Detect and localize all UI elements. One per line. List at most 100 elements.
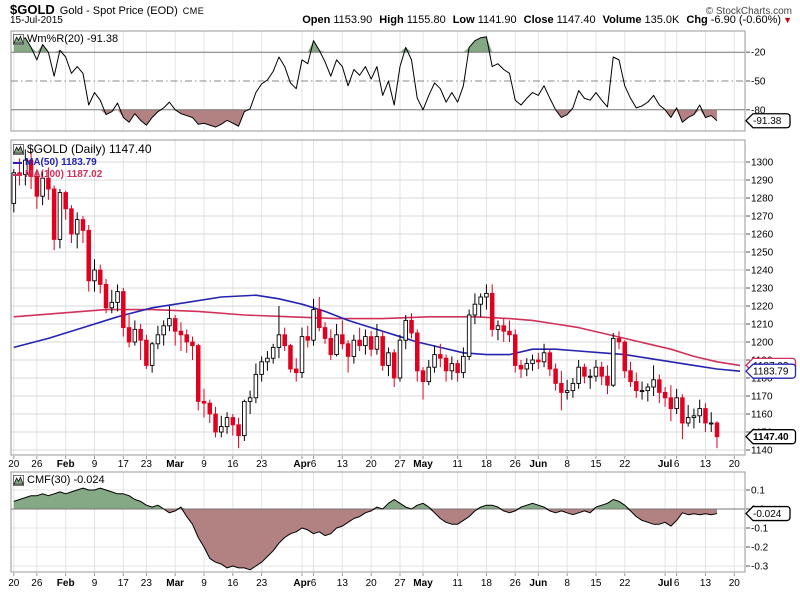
main-title: $GOLD (Daily) 1147.40: [27, 142, 152, 156]
candle-body: [593, 366, 599, 377]
candle-body: [299, 336, 305, 374]
candle-body: [449, 363, 455, 372]
candle-body: [328, 337, 334, 356]
candle-body: [345, 343, 351, 357]
candle-body: [587, 375, 593, 378]
x-axis-label: Apr: [293, 459, 310, 470]
quote-value: 135.0K: [644, 14, 680, 26]
axis-label: 1280: [751, 194, 774, 205]
x-axis-label: 6: [311, 459, 317, 470]
candle-body: [172, 318, 178, 332]
axis-value-box-label: -91.38: [753, 116, 782, 127]
candle-body: [386, 352, 391, 366]
x-axis-label: 18: [481, 459, 493, 470]
candle-body: [420, 370, 426, 383]
candle-body: [674, 397, 679, 410]
candle-body: [685, 417, 691, 424]
candle-body: [219, 426, 224, 433]
axis-label: -50: [751, 77, 766, 88]
candle-body: [466, 314, 472, 357]
x-axis-label: 22: [619, 578, 631, 589]
candle-body: [443, 357, 449, 372]
candle-body: [397, 339, 403, 379]
candle-body: [357, 339, 362, 347]
candle-body: [403, 319, 408, 341]
candle-body: [69, 208, 74, 235]
candle-body: [322, 327, 328, 339]
candle-body: [484, 292, 489, 298]
axis-label: 1160: [751, 410, 773, 421]
cmf-panel-label: CMF(30) -0.024: [13, 474, 105, 486]
candle-body: [605, 375, 610, 386]
axis-label: 0.1: [751, 486, 765, 497]
candle-body: [138, 328, 143, 341]
candle-body: [639, 390, 645, 393]
x-axis-label: 18: [481, 578, 493, 589]
x-axis-label: 17: [118, 578, 130, 589]
candle-body: [276, 334, 282, 348]
candle-body: [126, 327, 132, 343]
candle-body: [374, 336, 380, 350]
candle-body: [547, 352, 553, 370]
x-axis-label: 20: [366, 459, 378, 470]
axis-label: 1200: [751, 338, 774, 349]
quote-label: Low: [452, 14, 475, 26]
quote-label: Close: [523, 14, 554, 26]
candle-body: [144, 339, 149, 366]
candle-body: [530, 359, 535, 365]
chart-canvas: -20-50-80-91.381300129012801270126012501…: [8, 30, 797, 589]
candle-body: [628, 370, 633, 383]
x-axis-label: 20: [366, 578, 378, 589]
axis-label: 1210: [751, 320, 774, 331]
quote-value: -6.90 (-0.60%): [710, 14, 782, 26]
x-axis-label: 16: [227, 578, 239, 589]
candle-body: [40, 177, 45, 197]
candle-body: [616, 337, 622, 343]
x-axis-label: 9: [92, 459, 98, 470]
x-axis-label: Feb: [57, 578, 75, 589]
x-axis-label: 6: [674, 459, 680, 470]
x-axis-label: 17: [118, 459, 130, 470]
ma50-label: MA(50) 1183.79: [25, 157, 97, 168]
candle-body: [455, 363, 460, 374]
x-axis-label: 11: [452, 578, 463, 589]
candle-body: [570, 382, 576, 392]
indicator-area-fill: [13, 488, 717, 509]
x-axis-label: 26: [510, 459, 522, 470]
axis-label: 1290: [751, 176, 774, 187]
quote-label: Volume: [602, 14, 642, 26]
axis-label: 1240: [751, 266, 774, 277]
x-axis-label: 13: [337, 459, 349, 470]
candle-body: [178, 330, 184, 336]
x-axis-label: May: [413, 459, 433, 470]
candle-body: [311, 309, 316, 341]
candle-body: [265, 357, 270, 363]
chart-date: 15-Jul-2015: [10, 15, 63, 26]
candle-body: [115, 291, 120, 303]
candle-body: [518, 364, 524, 370]
axis-label: -20: [751, 48, 766, 59]
quote-label: High: [379, 14, 404, 26]
quote-header: 15-Jul-2015 Open 1153.90 High 1155.80 Low 114…: [10, 14, 792, 26]
candle-body: [409, 319, 414, 334]
x-axis-label: 23: [141, 459, 153, 470]
axis-label: 1220: [751, 302, 774, 313]
x-axis-label: 23: [256, 578, 268, 589]
x-axis-label: Apr: [293, 578, 310, 589]
candle-body: [63, 192, 68, 210]
stockcharts-chart-page: -20 -50 -80 -91.38 1300 1290 1280 1270 1260 1250 1…: [0, 0, 800, 596]
candle-body: [184, 334, 189, 343]
axis-label: 1260: [751, 230, 774, 241]
candle-body: [691, 415, 697, 419]
x-axis-label: Jun: [529, 578, 547, 589]
candle-body: [714, 422, 720, 438]
indicator-area-fill: [13, 36, 717, 53]
axis-label: 1250: [751, 248, 774, 259]
candle-body: [536, 359, 541, 363]
candle-body: [662, 391, 668, 399]
candle-body: [651, 379, 656, 388]
candle-body: [109, 301, 115, 309]
axis-value-box-label: 1147.40: [753, 432, 789, 443]
x-axis-label: 27: [394, 459, 406, 470]
quote-line: Open 1153.90 High 1155.80 Low 1141.90 Close 114…: [295, 14, 792, 26]
